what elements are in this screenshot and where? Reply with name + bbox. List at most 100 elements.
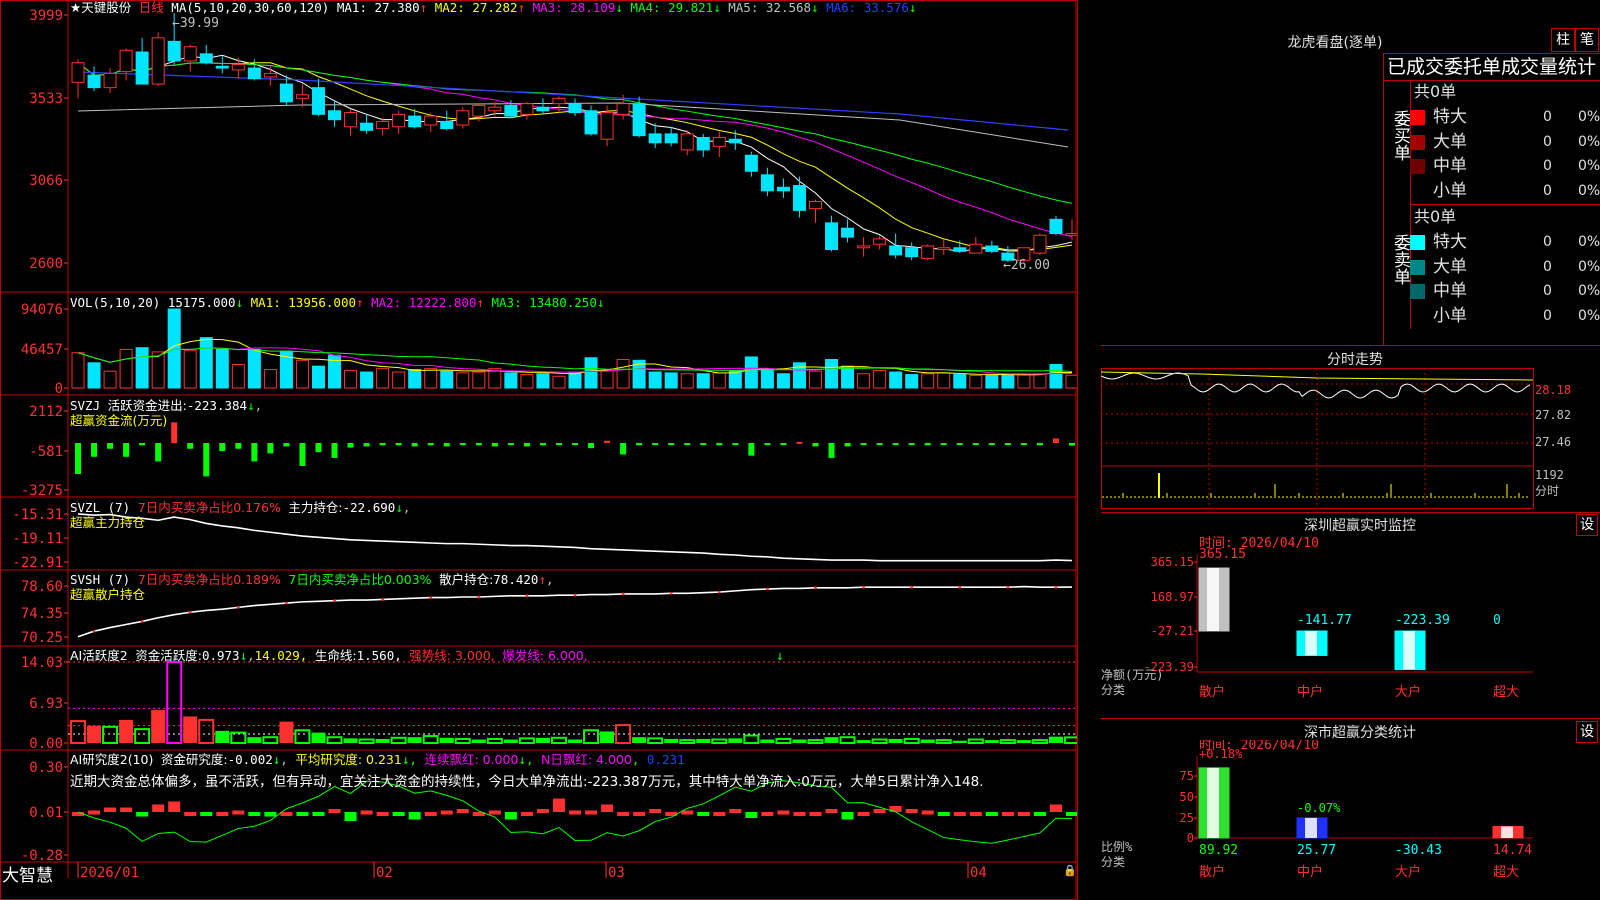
svzj-bar	[732, 443, 739, 445]
category-label: 超大	[1493, 865, 1519, 880]
activity-bar	[183, 716, 198, 743]
svzj-bar	[588, 443, 595, 449]
signal-arrow: ↓	[776, 649, 784, 664]
x-axis-label: 02	[376, 865, 393, 881]
ma4-label: MA4:	[622, 0, 669, 15]
ai-active-axis-tick: 14.03	[21, 655, 63, 671]
svzj-bar	[764, 443, 771, 445]
candle	[921, 245, 935, 259]
svzj-bar	[972, 443, 979, 445]
vol-ma3-label: MA3:	[483, 295, 530, 310]
candle	[664, 133, 678, 144]
research-bar	[697, 812, 710, 816]
candle	[648, 133, 662, 144]
ai-active-arrow: ↓	[239, 648, 248, 663]
activity-bar	[262, 736, 279, 745]
svzj-bar	[924, 443, 931, 446]
sell-color-swatch	[1410, 235, 1425, 250]
research-bar	[761, 812, 774, 816]
sell-row-0: 特大 0 0%	[1410, 230, 1600, 254]
bar-highlight	[1207, 767, 1219, 838]
research-bar	[408, 812, 421, 820]
candle	[87, 74, 101, 89]
svzj-bar	[299, 443, 306, 466]
volume-bar	[648, 371, 662, 389]
candle	[504, 104, 518, 117]
activity-bar	[375, 738, 390, 743]
svzj-bar	[427, 443, 434, 446]
svzj-bar	[844, 443, 851, 447]
ma6-line	[77, 71, 1069, 131]
candle	[1065, 233, 1077, 236]
sell-row-count: 0	[1543, 234, 1552, 250]
tab-tick[interactable]: 笔	[1575, 28, 1599, 52]
sell-row-label: 小单	[1433, 305, 1467, 326]
intraday-title: 分时走势	[1327, 352, 1383, 368]
candle	[841, 227, 855, 238]
candle	[873, 238, 887, 245]
candle	[295, 94, 309, 99]
buy-row-pct: 0%	[1578, 182, 1600, 199]
svzj-bar	[379, 443, 386, 446]
svzj-bar	[988, 443, 995, 445]
brand-logo[interactable]: 大智慧	[2, 861, 53, 886]
activity-bar	[1031, 739, 1048, 745]
research-bar	[777, 810, 790, 815]
svzj-bar	[251, 443, 258, 462]
research-bar	[280, 812, 293, 816]
candle	[584, 110, 598, 135]
bar-value-label: 89.92	[1199, 843, 1238, 858]
ai-research-extra: 0.231	[646, 752, 685, 767]
research-bar	[793, 812, 806, 816]
lock-icon[interactable]: 🔒	[1063, 864, 1077, 877]
candle	[712, 136, 726, 147]
candle	[728, 138, 742, 144]
candle	[119, 49, 133, 73]
activity-bar	[696, 738, 711, 743]
stock-name[interactable]: ★天键股份	[70, 0, 131, 15]
svzj-bar	[475, 443, 482, 446]
volume-bar	[360, 371, 374, 389]
volume-bar	[953, 374, 967, 389]
svsh-axis-tick: 78.60	[21, 579, 63, 595]
bar-tick: 50	[1180, 790, 1194, 804]
low-price-marker: ←26.00	[1003, 258, 1050, 273]
vol-ma2-label: MA2:	[363, 295, 409, 310]
divider	[1101, 345, 1600, 346]
research-bar	[937, 812, 950, 816]
buy-row-label: 特大	[1433, 107, 1467, 127]
volume-bar	[680, 373, 694, 389]
volume-bar	[568, 371, 582, 389]
volume-bar	[584, 357, 598, 389]
divider	[1101, 718, 1600, 719]
ma4-value: 29.821	[668, 0, 714, 15]
svzj-bar	[187, 443, 194, 449]
intraday-chart[interactable]: 28.18 27.82 27.46 1192 分时	[1101, 368, 1600, 510]
svzj-bar	[139, 443, 146, 446]
svzl-axis-tick: -15.31	[12, 507, 63, 523]
volume-bar	[231, 363, 245, 389]
research-bar	[825, 809, 838, 813]
research-bar	[344, 812, 357, 821]
svzj-bar	[1069, 443, 1075, 446]
svzj-bar	[892, 443, 899, 445]
svzl-axis-tick: -19.11	[12, 531, 63, 547]
research-bar	[536, 809, 549, 813]
ai-research-value: -0.002	[227, 752, 273, 767]
svsh-value: 78.420	[493, 572, 539, 587]
ai-research-label: AI研究度2(10)	[70, 752, 154, 767]
activity-bar	[87, 725, 102, 743]
buy-row-count: 0	[1543, 109, 1552, 125]
x-axis-label: 2026/01	[80, 865, 139, 881]
period-label[interactable]: 日线	[139, 0, 164, 15]
vol-arrow: ↓	[235, 295, 244, 310]
activity-bar	[839, 736, 856, 745]
volume-bar	[103, 370, 117, 389]
research-bar	[985, 812, 998, 816]
volume-bar	[760, 369, 774, 389]
bar-highlight	[1305, 631, 1317, 656]
tab-bar[interactable]: 柱	[1551, 28, 1575, 52]
svzj-value: -223.384	[186, 398, 248, 413]
candle	[744, 154, 758, 172]
bar-tick: 0	[1187, 831, 1194, 845]
